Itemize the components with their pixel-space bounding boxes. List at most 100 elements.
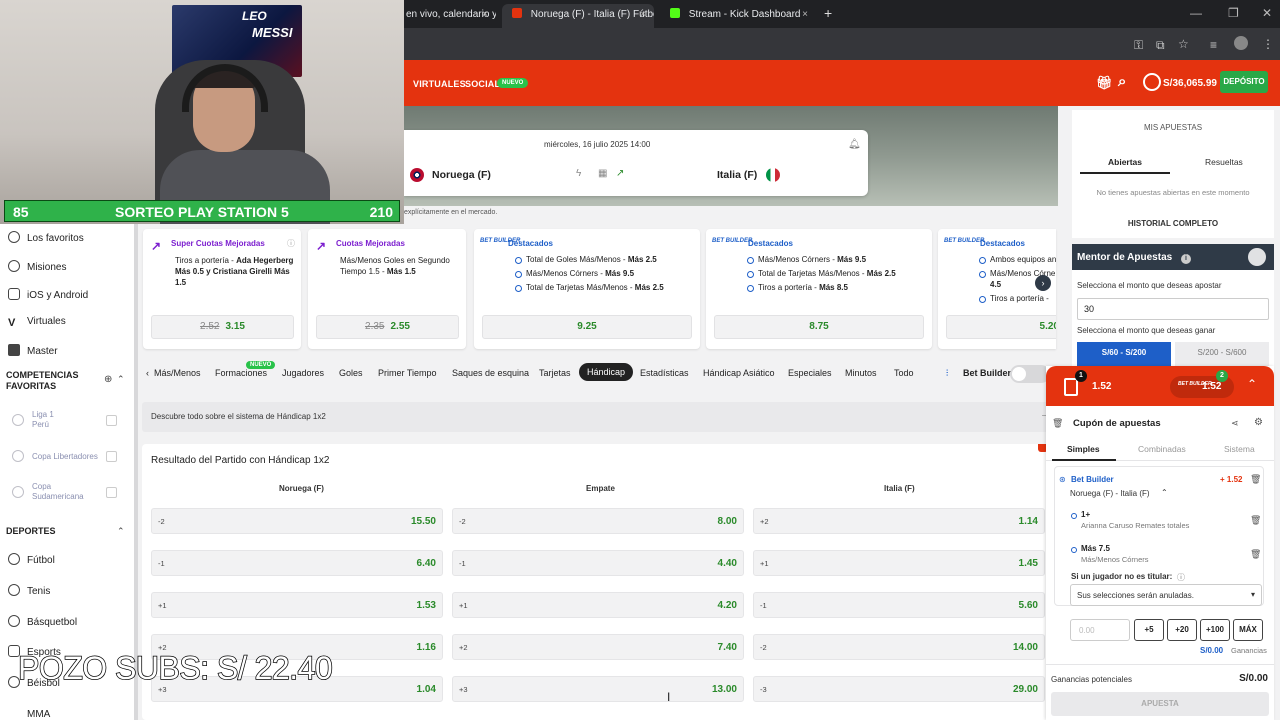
win-range-2[interactable]: S/200 - S/600 bbox=[1175, 342, 1269, 366]
odds-cell[interactable]: -1 4.40 bbox=[452, 550, 744, 576]
odds-cell[interactable]: -2 14.00 bbox=[753, 634, 1045, 660]
place-bet-button[interactable]: APUESTA bbox=[1051, 692, 1269, 716]
search-icon[interactable]: ⌕ bbox=[1118, 73, 1127, 90]
tab-jugadores[interactable]: Jugadores bbox=[282, 368, 324, 378]
chevron-up-icon[interactable]: ⌃ bbox=[1247, 377, 1257, 391]
tab-goles[interactable]: Goles bbox=[339, 368, 363, 378]
promo-card-destacados-3[interactable]: BET BUILDER Destacados Ambos equipos an … bbox=[938, 229, 1056, 349]
info-icon[interactable]: i bbox=[1180, 254, 1191, 264]
chevron-up-icon[interactable]: ⌃ bbox=[1161, 488, 1168, 497]
favorite-checkbox[interactable] bbox=[106, 415, 117, 426]
odds-cell[interactable]: +1 1.53 bbox=[151, 592, 443, 618]
profile-avatar-icon[interactable] bbox=[1234, 36, 1248, 50]
window-close-icon[interactable]: ✕ bbox=[1262, 6, 1272, 20]
add-circle-icon[interactable]: ⊕ bbox=[104, 374, 112, 385]
odds-cell[interactable]: +3 13.00 bbox=[452, 676, 744, 702]
odds-cell[interactable]: +2 1.14 bbox=[753, 508, 1045, 534]
gear-icon[interactable]: ⚙︎ bbox=[1254, 417, 1263, 428]
tabs-prev-icon[interactable]: ‹ bbox=[146, 368, 149, 378]
user-account-icon[interactable] bbox=[1143, 73, 1161, 91]
promo-card-destacados-2[interactable]: BET BUILDER Destacados Más/Menos Córners… bbox=[706, 229, 932, 349]
nav-virtuales[interactable]: VIRTUALES bbox=[413, 79, 466, 89]
sidebar-item-master[interactable]: Master bbox=[8, 344, 58, 357]
info-icon[interactable]: ⓘ bbox=[287, 238, 295, 249]
tab-sistema[interactable]: Sistema bbox=[1224, 444, 1255, 454]
browser-tab-calendario[interactable]: en vivo, calendario y × bbox=[396, 4, 496, 28]
maximize-icon[interactable]: ❐ bbox=[1228, 6, 1239, 20]
share-icon[interactable]: ↗ bbox=[616, 168, 624, 179]
menu-kebab-icon[interactable]: ⋮ bbox=[1262, 37, 1274, 51]
tab-formaciones[interactable]: Formaciones bbox=[215, 368, 267, 378]
account-balance[interactable]: S/36,065.99 bbox=[1163, 78, 1217, 89]
quick-add-5[interactable]: +5 bbox=[1134, 619, 1164, 641]
sidebar-item-misiones[interactable]: Misiones bbox=[8, 260, 66, 273]
tab-primer-tiempo[interactable]: Primer Tiempo bbox=[378, 368, 437, 378]
chevron-up-icon[interactable]: ⌃ bbox=[117, 374, 125, 385]
sidebar-scrollbar[interactable] bbox=[134, 224, 138, 720]
bell-icon[interactable]: 🔔︎ bbox=[848, 139, 861, 150]
tab-handicap-asiatico[interactable]: Hándicap Asiático bbox=[703, 368, 775, 378]
coupon-header[interactable]: 1 1.52 BET BUILDER 1.52 2 ⌃ bbox=[1046, 366, 1274, 406]
nav-social[interactable]: SOCIAL bbox=[465, 79, 500, 89]
sport-futbol[interactable]: Fútbol bbox=[8, 553, 55, 566]
trash-icon[interactable]: 🗑︎ bbox=[1250, 515, 1261, 526]
win-range-1[interactable]: S/60 - S/200 bbox=[1077, 342, 1171, 366]
quick-add-20[interactable]: +20 bbox=[1167, 619, 1197, 641]
bet-builder-toggle[interactable] bbox=[1010, 365, 1050, 383]
new-tab-button[interactable]: + bbox=[824, 5, 832, 21]
minimize-icon[interactable]: — bbox=[1190, 6, 1202, 20]
playlist-icon[interactable]: ≡ bbox=[1210, 38, 1217, 52]
share-icon[interactable]: ⋖ bbox=[1231, 418, 1239, 429]
close-icon[interactable]: × bbox=[640, 4, 646, 26]
stats-icon[interactable]: ▦ bbox=[598, 168, 607, 179]
odds-cell[interactable]: -3 29.00 bbox=[753, 676, 1045, 702]
sport-mma[interactable]: MMA bbox=[8, 707, 50, 720]
competition-libertadores[interactable]: Copa Libertadores bbox=[32, 452, 98, 462]
promo-odds-button[interactable]: 8.75 bbox=[714, 315, 924, 339]
trash-icon[interactable]: 🗑︎ bbox=[1250, 474, 1261, 485]
tab-resueltas[interactable]: Resueltas bbox=[1205, 157, 1243, 167]
close-icon[interactable]: × bbox=[482, 4, 488, 26]
odds-cell[interactable]: +2 7.40 bbox=[452, 634, 744, 660]
tab-combinadas[interactable]: Combinadas bbox=[1138, 444, 1186, 454]
titular-select[interactable]: Sus selecciones serán anuladas. ▾ bbox=[1070, 584, 1262, 606]
tab-simples[interactable]: Simples bbox=[1067, 444, 1100, 454]
tab-minutos[interactable]: Minutos bbox=[845, 368, 877, 378]
tab-todo[interactable]: Todo bbox=[894, 368, 914, 378]
quick-max[interactable]: MÁX bbox=[1233, 619, 1263, 641]
info-icon[interactable]: ⓘ bbox=[1177, 572, 1185, 583]
gift-icon[interactable]: 🎁︎ bbox=[1096, 75, 1113, 91]
promo-odds-button[interactable]: 2.52 3.15 bbox=[151, 315, 294, 339]
tab-abiertas[interactable]: Abiertas bbox=[1108, 157, 1142, 167]
odds-cell[interactable]: -1 6.40 bbox=[151, 550, 443, 576]
key-icon[interactable]: ⚿ bbox=[1134, 38, 1143, 53]
browser-tab-kick[interactable]: Stream - Kick Dashboard × bbox=[660, 4, 816, 28]
tab-handicap[interactable]: Hándicap bbox=[579, 363, 634, 381]
favorite-checkbox[interactable] bbox=[106, 451, 117, 462]
trash-icon[interactable]: 🗑︎ bbox=[1250, 549, 1261, 560]
stake-amount-input[interactable]: 30 bbox=[1077, 298, 1269, 320]
favorite-checkbox[interactable] bbox=[106, 487, 117, 498]
promo-odds-button[interactable]: 2.35 2.55 bbox=[316, 315, 459, 339]
promo-odds-button[interactable]: 9.25 bbox=[482, 315, 692, 339]
competition-liga1[interactable]: Liga 1 Perú bbox=[32, 410, 54, 430]
promo-card-destacados-1[interactable]: BET BUILDER Destacados Total de Goles Má… bbox=[474, 229, 700, 349]
trash-icon[interactable]: 🗑︎ bbox=[1052, 418, 1063, 429]
promo-card-cuotas-mejoradas[interactable]: ↗ Cuotas Mejoradas Más/Menos Goles en Se… bbox=[308, 229, 466, 349]
handicap-info-bar[interactable]: Descubre todo sobre el sistema de Hándic… bbox=[142, 402, 1054, 432]
odds-cell[interactable]: +1 1.45 bbox=[753, 550, 1045, 576]
stake-input[interactable]: 0.00 bbox=[1070, 619, 1130, 641]
odds-cell[interactable]: -1 5.60 bbox=[753, 592, 1045, 618]
tab-estadisticas[interactable]: Estadísticas bbox=[640, 368, 689, 378]
carousel-next-button[interactable]: › bbox=[1035, 275, 1051, 291]
odds-cell[interactable]: +1 4.20 bbox=[452, 592, 744, 618]
close-icon[interactable]: × bbox=[802, 4, 808, 26]
sidebar-item-favoritos[interactable]: Los favoritos bbox=[8, 231, 84, 244]
quick-add-100[interactable]: +100 bbox=[1200, 619, 1230, 641]
install-icon[interactable]: ⧉ bbox=[1156, 38, 1165, 53]
sport-basquetbol[interactable]: Básquetbol bbox=[8, 615, 77, 628]
deposit-button[interactable]: DEPÓSITO bbox=[1220, 71, 1268, 93]
sidebar-item-ios-android[interactable]: iOS y Android bbox=[8, 288, 88, 301]
sport-tenis[interactable]: Tenis bbox=[8, 584, 50, 597]
tab-saques-esquina[interactable]: Saques de esquina bbox=[452, 368, 529, 378]
